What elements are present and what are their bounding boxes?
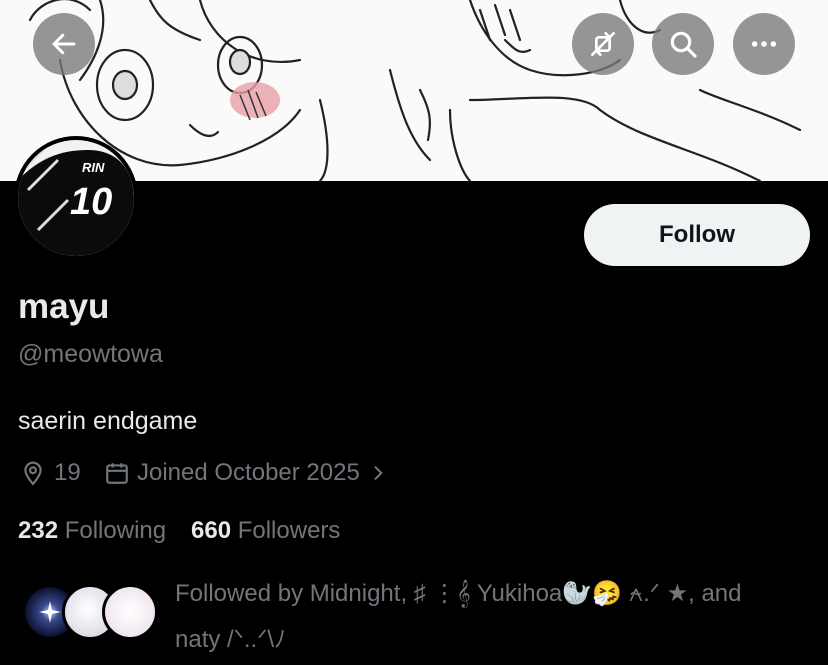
more-button[interactable] bbox=[733, 13, 795, 75]
chevron-right-icon bbox=[374, 466, 383, 480]
handle: @meowtowa bbox=[18, 340, 163, 368]
jersey-number: 10 bbox=[70, 181, 112, 223]
avatar-image: RIN 10 bbox=[18, 140, 134, 256]
location-text: 19 bbox=[54, 459, 81, 486]
more-icon bbox=[751, 41, 777, 47]
joined-date[interactable]: Joined October 2025 bbox=[104, 459, 388, 487]
location: 19 bbox=[20, 459, 81, 487]
followed-by-line: naty /ᐠ..ᐟ\ﾉ bbox=[175, 626, 287, 653]
arrow-left-icon bbox=[52, 33, 76, 55]
back-button[interactable] bbox=[33, 13, 95, 75]
repost-off-button[interactable] bbox=[572, 13, 634, 75]
followed-by-line: Followed by Midnight, ♯ ⋮𝄞 Yukihoa🦭🤧 ⍲.ᐟ… bbox=[175, 580, 742, 607]
following-label: Following bbox=[64, 517, 167, 544]
avatar[interactable]: RIN 10 bbox=[14, 136, 138, 260]
follow-button[interactable]: Follow bbox=[584, 204, 810, 266]
location-pin-icon bbox=[24, 461, 42, 486]
jersey-name: RIN bbox=[82, 160, 105, 175]
followed-by-text[interactable]: Followed by Midnight, ♯ ⋮𝄞 Yukihoa🦭🤧 ⍲.ᐟ… bbox=[175, 571, 795, 663]
followers-label: Followers bbox=[237, 517, 341, 544]
following-stat[interactable]: 232 Following bbox=[18, 517, 166, 545]
followers-stat[interactable]: 660 Followers bbox=[191, 517, 340, 545]
search-icon bbox=[670, 31, 697, 58]
search-button[interactable] bbox=[652, 13, 714, 75]
following-count: 232 bbox=[18, 517, 59, 544]
follower-avatar[interactable] bbox=[102, 584, 158, 640]
joined-text: Joined October 2025 bbox=[137, 459, 360, 486]
repost-off-icon bbox=[591, 32, 615, 56]
bio: saerin endgame bbox=[18, 407, 198, 435]
calendar-icon bbox=[106, 463, 128, 484]
display-name: mayu bbox=[18, 287, 110, 326]
followers-count: 660 bbox=[191, 517, 232, 544]
